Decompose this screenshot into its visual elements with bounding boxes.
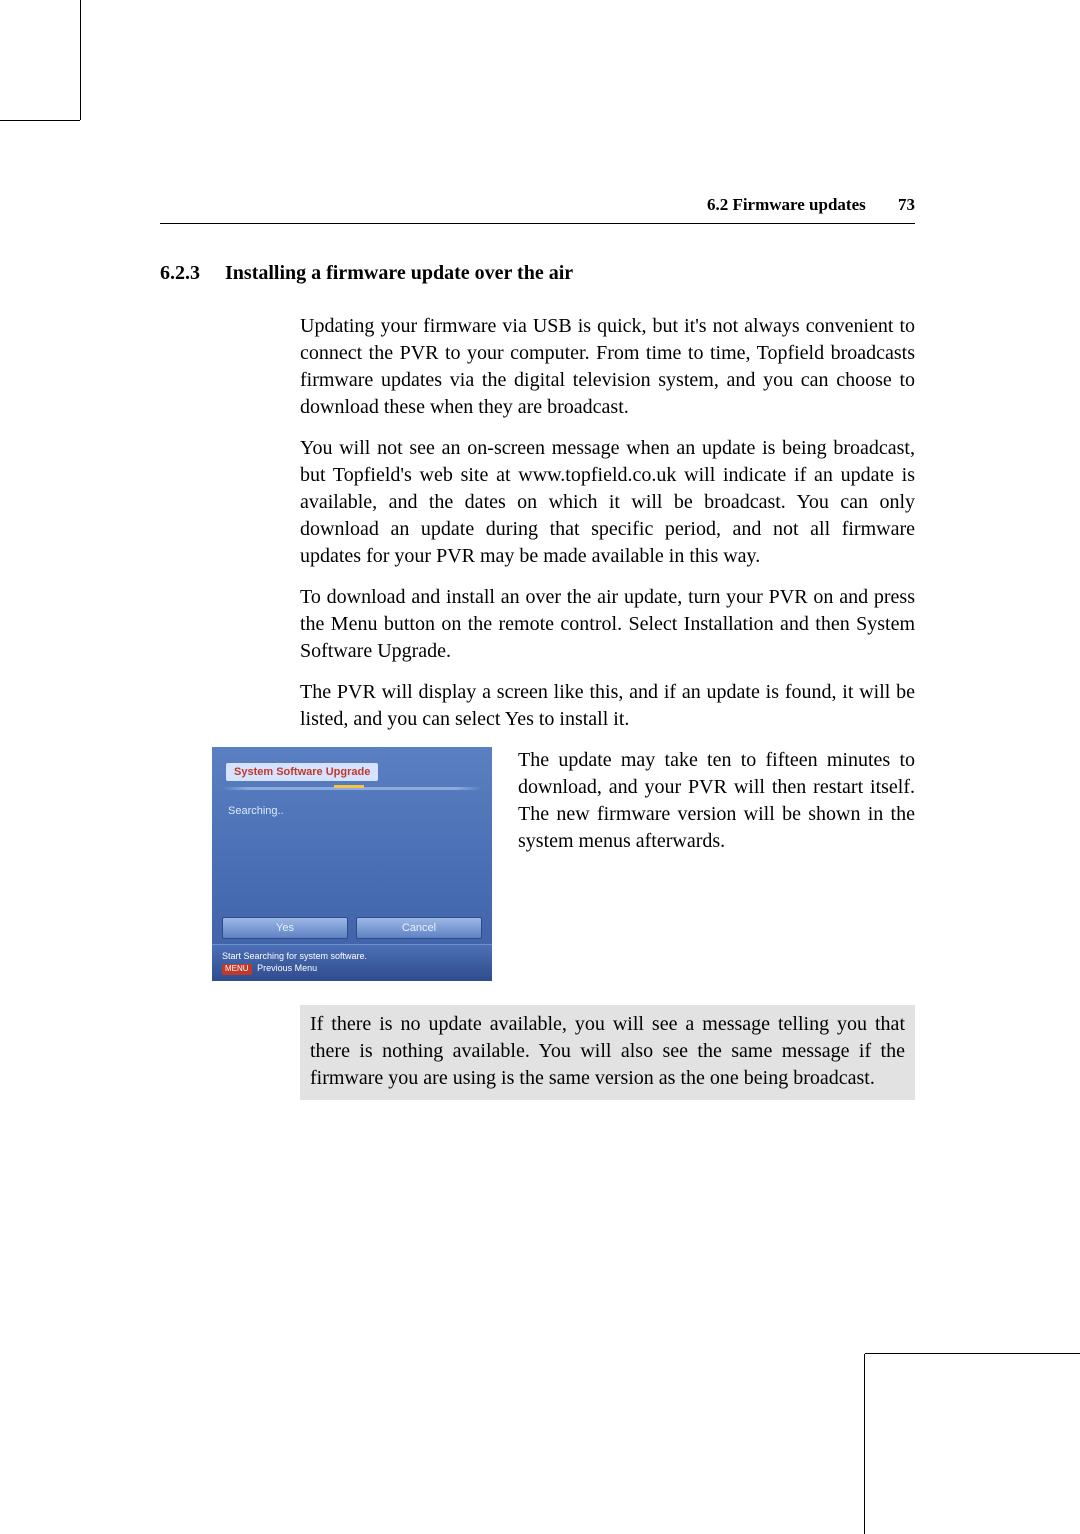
figure-row: System Software Upgrade Searching.. Yes … <box>212 747 915 981</box>
paragraph: Updating your firmware via USB is quick,… <box>300 313 915 421</box>
section-title: Installing a firmware update over the ai… <box>225 262 573 284</box>
pvr-divider <box>222 787 482 790</box>
pvr-menu-pill: MENU <box>222 964 252 975</box>
crop-mark <box>0 120 80 121</box>
header-page-number: 73 <box>898 195 915 214</box>
header-section: 6.2 Firmware updates <box>707 195 866 214</box>
pvr-progress-indicator <box>334 785 364 788</box>
figure-caption: The update may take ten to fifteen minut… <box>518 747 915 855</box>
page: 6.2 Firmware updates 73 6.2.3 Installing… <box>0 0 1080 1534</box>
pvr-button-row: Yes Cancel <box>222 917 482 939</box>
section-heading: 6.2.3 Installing a firmware update over … <box>160 262 915 285</box>
running-header: 6.2 Firmware updates 73 <box>160 195 915 224</box>
crop-mark <box>80 0 81 120</box>
crop-mark <box>864 1354 865 1534</box>
paragraph: The PVR will display a screen like this,… <box>300 679 915 733</box>
pvr-hint-text: Previous Menu <box>257 963 317 973</box>
pvr-status: Searching.. <box>228 805 284 817</box>
paragraph: You will not see an on-screen message wh… <box>300 435 915 570</box>
note-box: If there is no update available, you wil… <box>300 1005 915 1100</box>
crop-mark <box>865 1353 1080 1354</box>
section-number: 6.2.3 <box>160 262 220 285</box>
pvr-hint-line: MENU Previous Menu <box>222 962 482 975</box>
pvr-hint-line: Start Searching for system software. <box>222 950 482 962</box>
body-column: Updating your firmware via USB is quick,… <box>300 313 915 733</box>
paragraph: To download and install an over the air … <box>300 584 915 665</box>
pvr-yes-button: Yes <box>222 917 348 939</box>
pvr-footer: Start Searching for system software. MEN… <box>212 944 492 981</box>
content-area: 6.2 Firmware updates 73 6.2.3 Installing… <box>160 195 915 1100</box>
pvr-screenshot: System Software Upgrade Searching.. Yes … <box>212 747 492 981</box>
pvr-cancel-button: Cancel <box>356 917 482 939</box>
pvr-title: System Software Upgrade <box>226 763 378 781</box>
